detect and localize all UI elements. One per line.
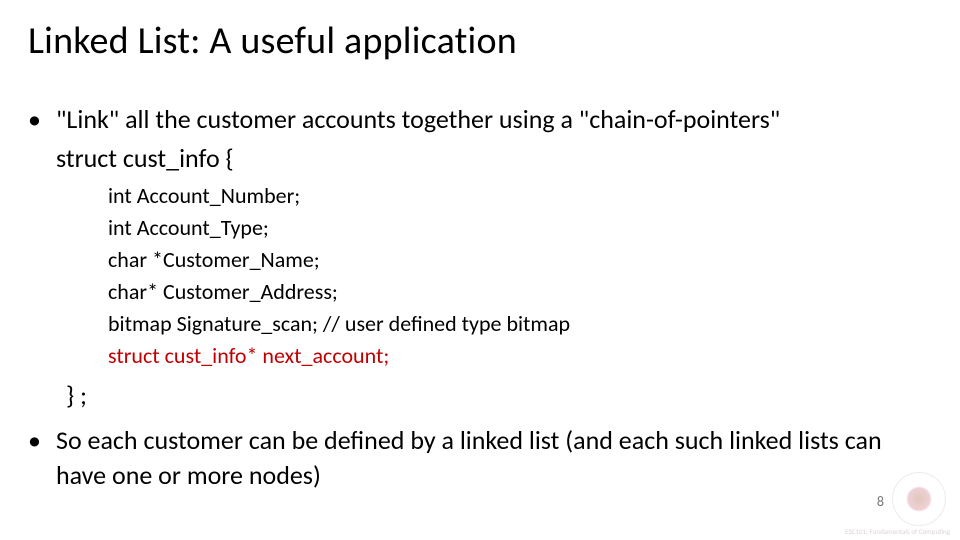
struct-declaration-open: struct cust_info { [56, 141, 932, 176]
watermark-inner-icon [906, 486, 932, 512]
struct-field-line: bitmap Signature_scan; // user defined t… [108, 308, 932, 340]
slide-title: Linked List: A useful application [28, 18, 932, 64]
watermark-caption: ESC101: Fundamentals of Computing [845, 528, 950, 536]
bullet-dot-icon: • [28, 423, 56, 493]
bullet-dot-icon: • [28, 102, 56, 137]
bullet-item-1: • "Link" all the customer accounts toget… [28, 102, 932, 137]
slide: Linked List: A useful application • "Lin… [0, 0, 960, 540]
bullet-item-2: • So each customer can be defined by a l… [28, 423, 932, 493]
struct-body: int Account_Number; int Account_Type; ch… [108, 180, 932, 371]
struct-field-line: char *Customer_Name; [108, 244, 932, 276]
struct-field-line: char* Customer_Address; [108, 276, 932, 308]
struct-field-line: int Account_Type; [108, 212, 932, 244]
slide-body: • "Link" all the customer accounts toget… [28, 102, 932, 493]
struct-field-line: int Account_Number; [108, 180, 932, 212]
bullet-text: So each customer can be defined by a lin… [56, 423, 932, 493]
bullet-text: "Link" all the customer accounts togethe… [56, 102, 932, 137]
struct-declaration-close: } ; [66, 378, 932, 413]
watermark-logo-icon [892, 472, 946, 526]
struct-field-line-highlight: struct cust_info* next_account; [108, 340, 932, 372]
page-number: 8 [877, 493, 884, 510]
